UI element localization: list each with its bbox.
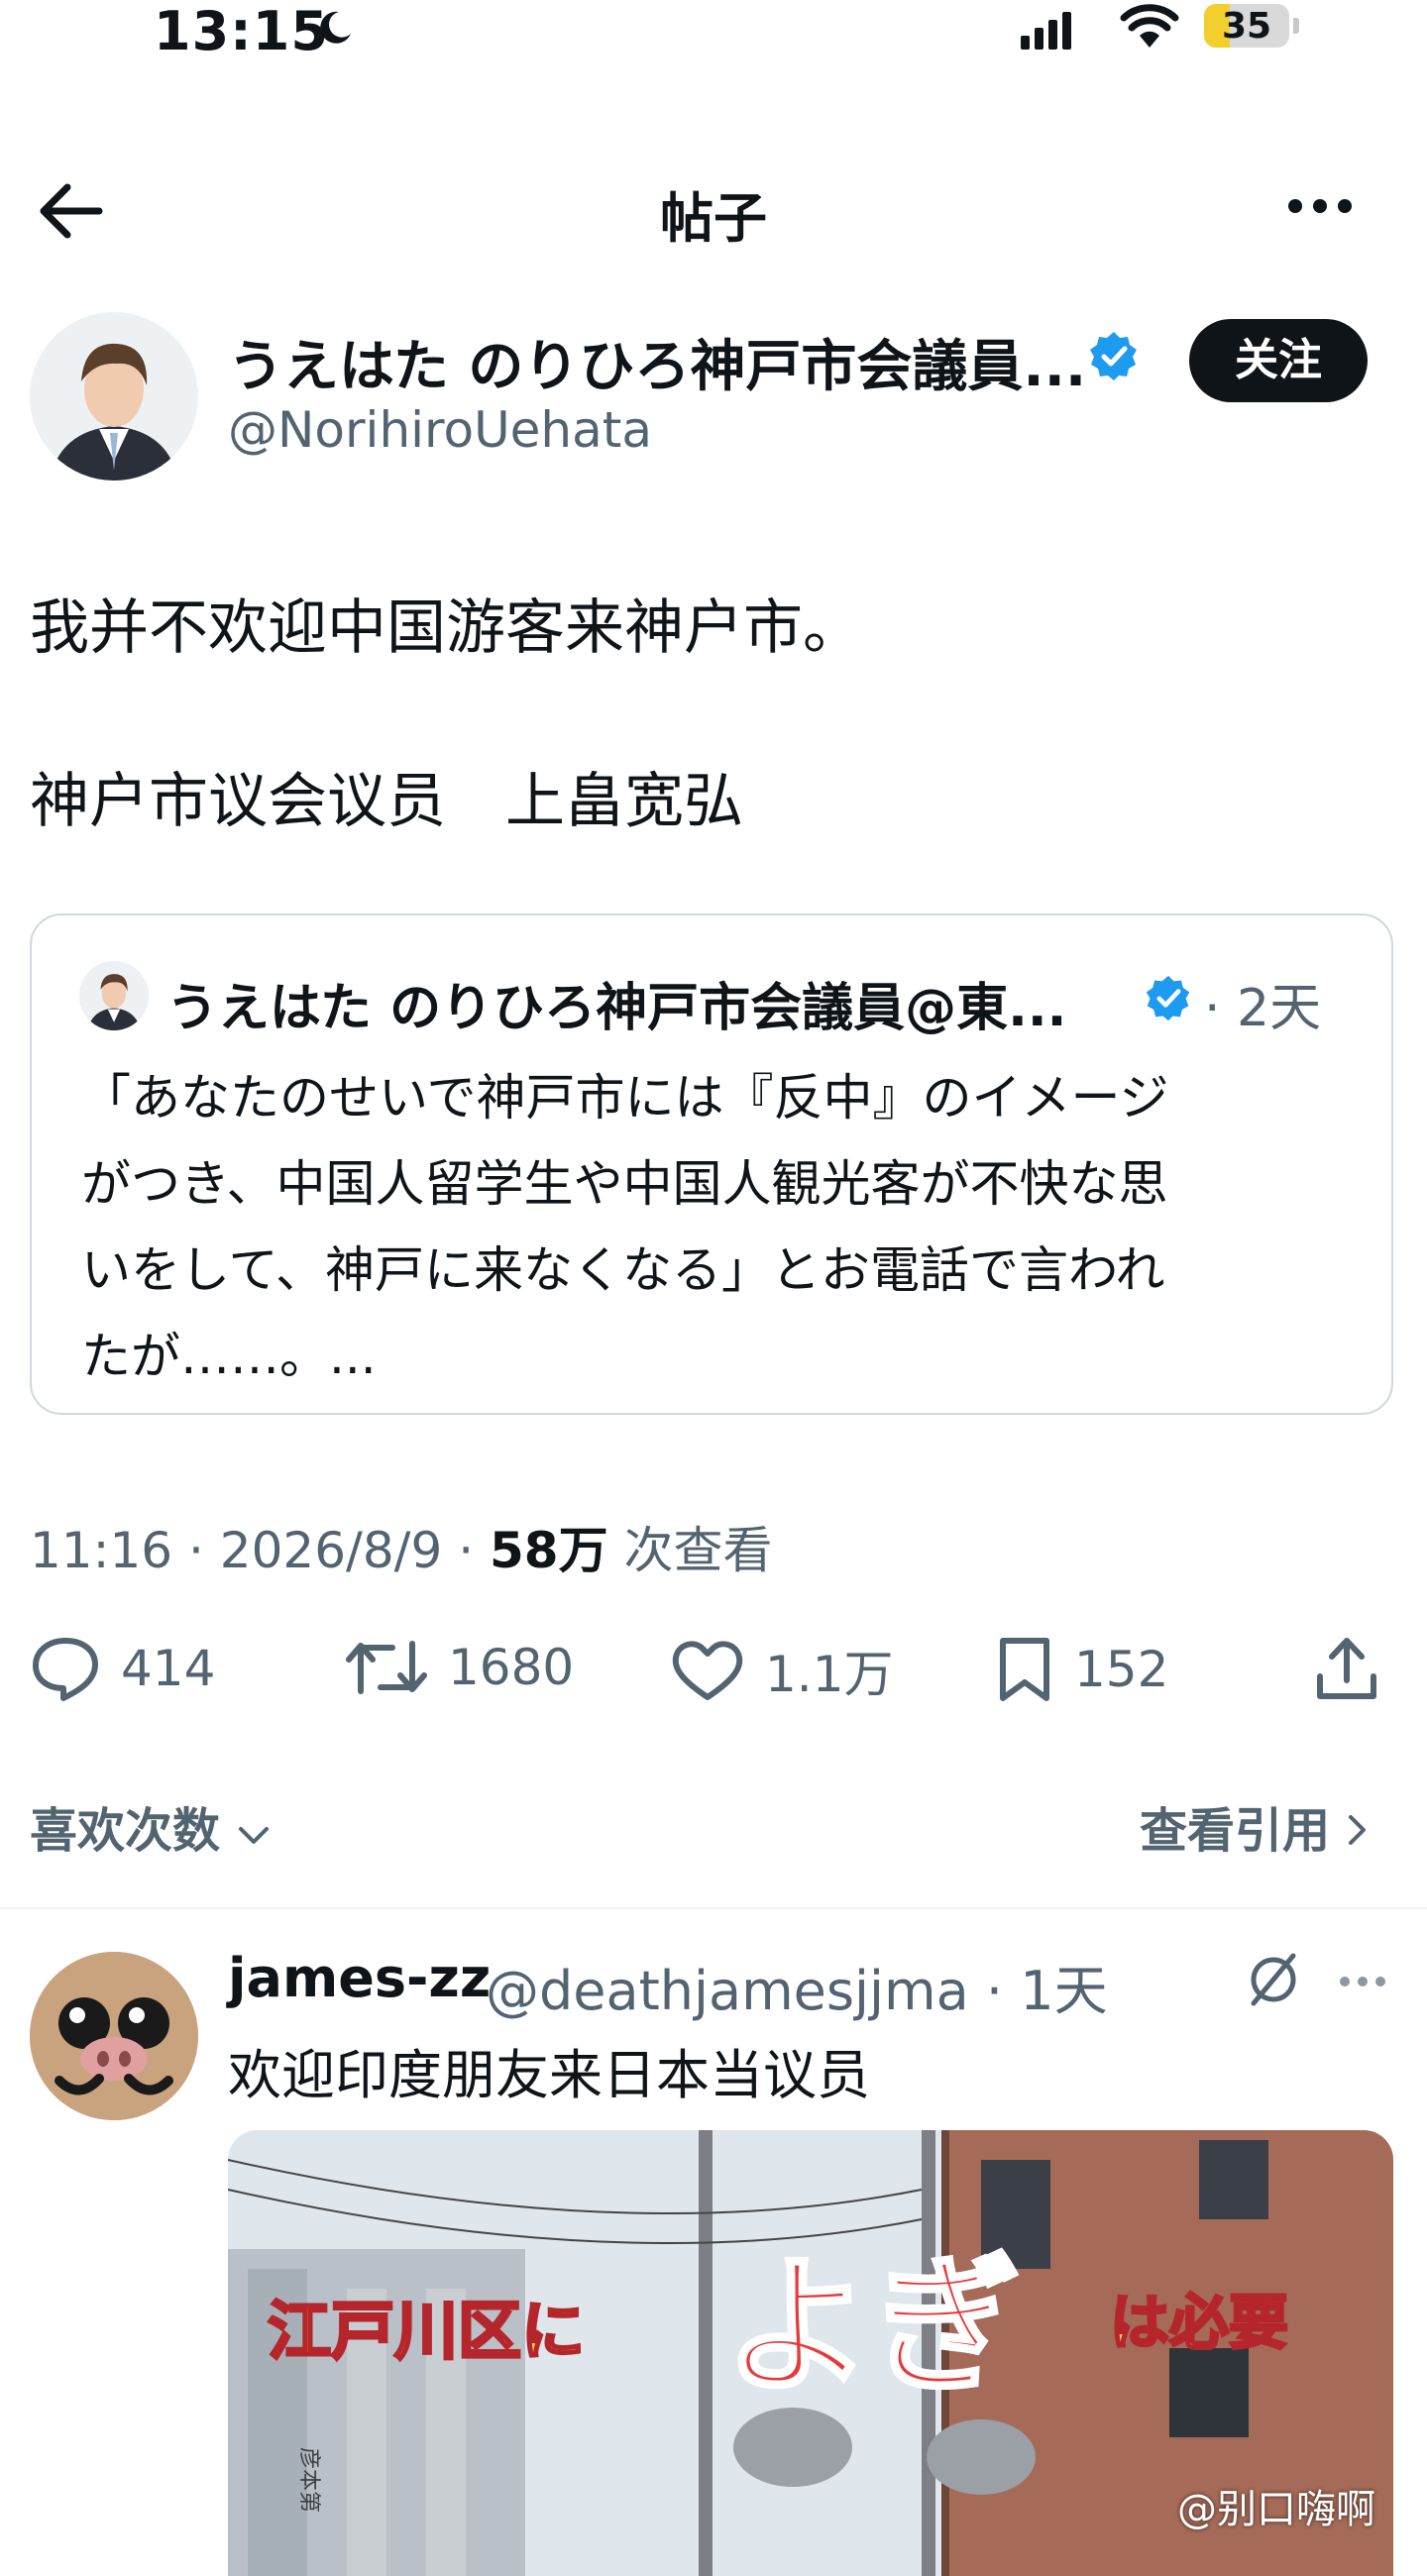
page-title: 帖子 — [660, 187, 767, 250]
quote-timestamp: · 2天 — [1204, 979, 1322, 1038]
chevron-right-icon — [1348, 1815, 1366, 1845]
reply-author-name[interactable]: james-zz — [228, 1947, 491, 2009]
bookmark-count: 152 — [1074, 1641, 1169, 1698]
reply-count: 414 — [121, 1640, 216, 1697]
quote-author-name: うえはた のりひろ神戸市会議員@東... — [166, 979, 1067, 1038]
section-divider — [0, 1907, 1427, 1909]
post-text-line-1: 我并不欢迎中国游客来神户市。 — [30, 593, 862, 663]
quotes-label: 查看引用 — [1140, 1803, 1331, 1859]
repost-count: 1680 — [448, 1638, 575, 1696]
bookmark-icon — [1000, 1638, 1049, 1701]
weibo-watermark: @别口嗨啊 — [1177, 2487, 1375, 2532]
verified-badge-icon — [1090, 332, 1137, 380]
status-time: 13:15 — [154, 0, 329, 62]
like-count: 1.1万 — [765, 1646, 894, 1703]
quote-text-line-3: いをして、神戸に来なくなる」とお電話で言われ — [81, 1241, 1165, 1299]
author-handle[interactable]: @NorihiroUehata — [228, 401, 652, 459]
grok-icon[interactable] — [1244, 1950, 1303, 2009]
like-button[interactable]: 1.1万 — [670, 1635, 894, 1706]
heart-icon — [672, 1641, 743, 1700]
post-meta: 11:16 · 2026/8/9 · 58万 次查看 — [30, 1511, 773, 1582]
battery-tip — [1293, 18, 1299, 34]
comment-icon — [33, 1638, 98, 1701]
chevron-down-icon — [238, 1827, 269, 1844]
share-icon — [1317, 1638, 1376, 1699]
wifi-icon — [1120, 4, 1179, 48]
more-options-icon[interactable] — [1288, 198, 1363, 217]
reply-button[interactable]: 414 — [30, 1635, 215, 1702]
author-avatar[interactable] — [30, 312, 198, 481]
post-text-line-2: 神户市议会议员 上畠宽弘 — [30, 767, 743, 836]
moon-icon — [320, 11, 351, 44]
view-label: 次查看 — [607, 1522, 773, 1579]
likes-dropdown[interactable]: 喜欢次数 — [30, 1791, 271, 1861]
reply-text: 欢迎印度朋友来日本当议员 — [228, 2044, 870, 2106]
cellular-signal-icon — [1021, 10, 1080, 50]
view-count: 58万 — [490, 1522, 608, 1579]
share-button[interactable] — [1312, 1635, 1381, 1704]
quote-text-line-2: がつき、中国人留学生や中国人観光客が不快な思 — [81, 1155, 1168, 1213]
author-display-name[interactable]: うえはた のりひろ神戸市会議員... — [228, 322, 1086, 402]
building-text: 彦本第 — [296, 2447, 321, 2513]
battery-icon: 35 — [1204, 4, 1289, 48]
view-quotes-link[interactable]: 查看引用 — [1140, 1791, 1369, 1861]
image-caption-left: 江戸川区に — [268, 2296, 585, 2369]
follow-button[interactable]: 关注 — [1189, 319, 1368, 402]
repost-icon — [346, 1640, 427, 1694]
bookmark-button[interactable]: 152 — [995, 1635, 1168, 1704]
image-caption-big: よぎ — [723, 2241, 1021, 2414]
reply-author-avatar[interactable] — [30, 1952, 198, 2120]
quote-text-line-1: 「あなたのせいで神戸市には『反中』のイメージ — [81, 1069, 1169, 1127]
repost-button[interactable]: 1680 — [345, 1635, 574, 1699]
quote-text-line-4: たが……。... — [81, 1328, 377, 1385]
quote-verified-badge-icon — [1146, 975, 1190, 1021]
post-timestamp: 11:16 · 2026/8/9 · — [30, 1522, 491, 1579]
battery-level: 35 — [1221, 6, 1272, 47]
likes-label: 喜欢次数 — [30, 1803, 221, 1859]
quote-author-avatar — [79, 961, 149, 1030]
image-caption-right: は必要 — [1110, 2289, 1288, 2358]
reply-more-options-icon[interactable] — [1340, 1972, 1393, 1990]
reply-author-handle[interactable]: @deathjamesjjma · 1天 — [486, 1947, 1108, 2025]
